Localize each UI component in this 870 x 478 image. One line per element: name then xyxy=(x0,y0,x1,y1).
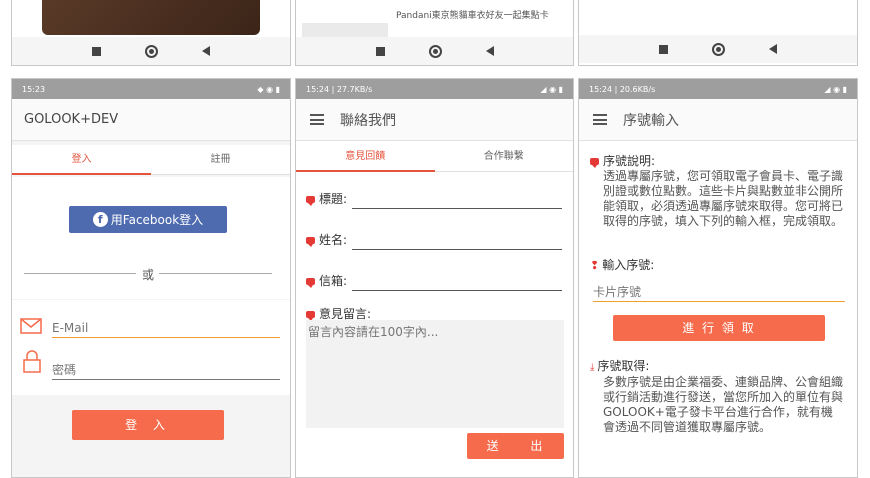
home-button[interactable] xyxy=(145,44,158,58)
serial-input[interactable] xyxy=(593,282,845,302)
obtain-heading: ⤓ 序號取得: xyxy=(590,359,650,373)
home-button[interactable] xyxy=(712,42,725,56)
status-time: 15:24 | 27.7KB/s xyxy=(306,84,373,94)
page-title: 聯絡我們 xyxy=(340,112,396,129)
app-title: GOLOOK+DEV xyxy=(24,112,119,127)
android-nav-bar xyxy=(579,35,857,63)
app-toolbar: GOLOOK+DEV xyxy=(12,99,290,141)
back-button[interactable] xyxy=(485,46,494,56)
desc-heading: 序號說明: xyxy=(590,152,655,169)
email-input[interactable] xyxy=(52,318,280,338)
top-right-phone xyxy=(578,0,858,66)
tab-login[interactable]: 登入 xyxy=(12,145,151,175)
wood-banner xyxy=(42,0,260,35)
credentials-panel xyxy=(12,300,290,395)
status-bar: 15:24 | 20.6KB/s ◢ ◉ ▮ xyxy=(579,79,857,99)
name-field[interactable] xyxy=(352,249,562,250)
mail-icon xyxy=(20,318,42,334)
status-bar: 15:23 ◆ ◉ ▮ xyxy=(12,79,290,99)
pin-icon: ❢ xyxy=(590,259,600,272)
chat-bubble-icon xyxy=(590,158,599,168)
banner-thumbnail xyxy=(302,23,388,37)
lock-icon xyxy=(23,350,41,373)
recents-button[interactable] xyxy=(92,46,101,56)
email-field[interactable] xyxy=(352,290,562,291)
password-input[interactable] xyxy=(52,360,280,380)
email-label: 信箱: xyxy=(306,272,347,289)
facebook-icon: f xyxy=(92,212,108,227)
status-bar: 15:24 | 27.7KB/s ◢ ◉ ▮ xyxy=(296,79,573,99)
chat-bubble-icon xyxy=(306,311,315,321)
download-icon: ⤓ xyxy=(590,362,595,373)
contact-phone: 15:24 | 27.7KB/s ◢ ◉ ▮ 聯絡我們 意見回饋 合作聯繫 標題… xyxy=(295,78,574,478)
recents-button[interactable] xyxy=(375,46,385,56)
tab-feedback[interactable]: 意見回饋 xyxy=(296,142,435,172)
send-button[interactable]: 送 出 xyxy=(467,433,564,459)
banner-caption: Pandani東京熊貓車衣好友一起集點卡 xyxy=(396,11,549,21)
chat-bubble-icon xyxy=(306,278,315,288)
back-button[interactable] xyxy=(769,44,777,54)
subject-label: 標題: xyxy=(306,190,347,207)
divider-right xyxy=(159,273,272,274)
login-button[interactable]: 登 入 xyxy=(72,410,224,440)
tab-register[interactable]: 註冊 xyxy=(151,145,290,175)
status-icons: ◢ ◉ ▮ xyxy=(824,84,847,94)
login-tabs: 登入 註冊 xyxy=(12,145,290,175)
top-left-phone xyxy=(11,0,291,66)
facebook-button-label: 用Facebook登入 xyxy=(110,213,204,227)
status-time: 15:24 | 20.6KB/s xyxy=(589,84,656,94)
divider-text: 或 xyxy=(142,268,155,282)
chat-bubble-icon xyxy=(306,237,315,247)
divider-left xyxy=(24,273,136,274)
facebook-login-button[interactable]: f 用Facebook登入 xyxy=(69,206,227,233)
android-nav-bar xyxy=(12,37,290,65)
app-toolbar: 序號輸入 xyxy=(579,99,857,141)
back-button[interactable] xyxy=(202,46,210,56)
serial-phone: 15:24 | 20.6KB/s ◢ ◉ ▮ 序號輸入 序號說明: 透過專屬序號… xyxy=(578,78,858,478)
contact-tabs: 意見回饋 合作聯繫 xyxy=(296,142,573,172)
menu-icon[interactable] xyxy=(310,114,324,125)
login-phone: 15:23 ◆ ◉ ▮ GOLOOK+DEV 登入 註冊 f 用Facebook… xyxy=(11,78,291,478)
input-heading: ❢ 輸入序號: xyxy=(590,258,655,272)
android-nav-bar xyxy=(296,37,573,65)
page-title: 序號輸入 xyxy=(623,112,679,129)
recents-button[interactable] xyxy=(659,44,668,54)
status-icons: ◆ ◉ ▮ xyxy=(257,84,280,94)
message-textarea[interactable] xyxy=(306,320,564,428)
menu-icon[interactable] xyxy=(593,114,607,125)
status-time: 15:23 xyxy=(22,84,46,94)
claim-button[interactable]: 進 行 領 取 xyxy=(613,315,825,341)
tab-cooperation[interactable]: 合作聯繫 xyxy=(434,142,573,172)
name-label: 姓名: xyxy=(306,231,347,248)
status-icons: ◢ ◉ ▮ xyxy=(540,84,563,94)
top-middle-phone: Pandani東京熊貓車衣好友一起集點卡 xyxy=(295,0,574,66)
home-button[interactable] xyxy=(428,44,442,58)
app-toolbar: 聯絡我們 xyxy=(296,99,573,141)
chat-bubble-icon xyxy=(306,196,315,206)
subject-field[interactable] xyxy=(352,208,562,209)
desc-text: 透過專屬序號，您可領取電子會員卡、電子識別證或數位點數。這些卡片與點數並非公開所… xyxy=(603,169,844,228)
obtain-text: 多數序號是由企業福委、連鎖品牌、公會組織或行銷活動進行發送，當您所加入的單位有與… xyxy=(603,375,844,434)
